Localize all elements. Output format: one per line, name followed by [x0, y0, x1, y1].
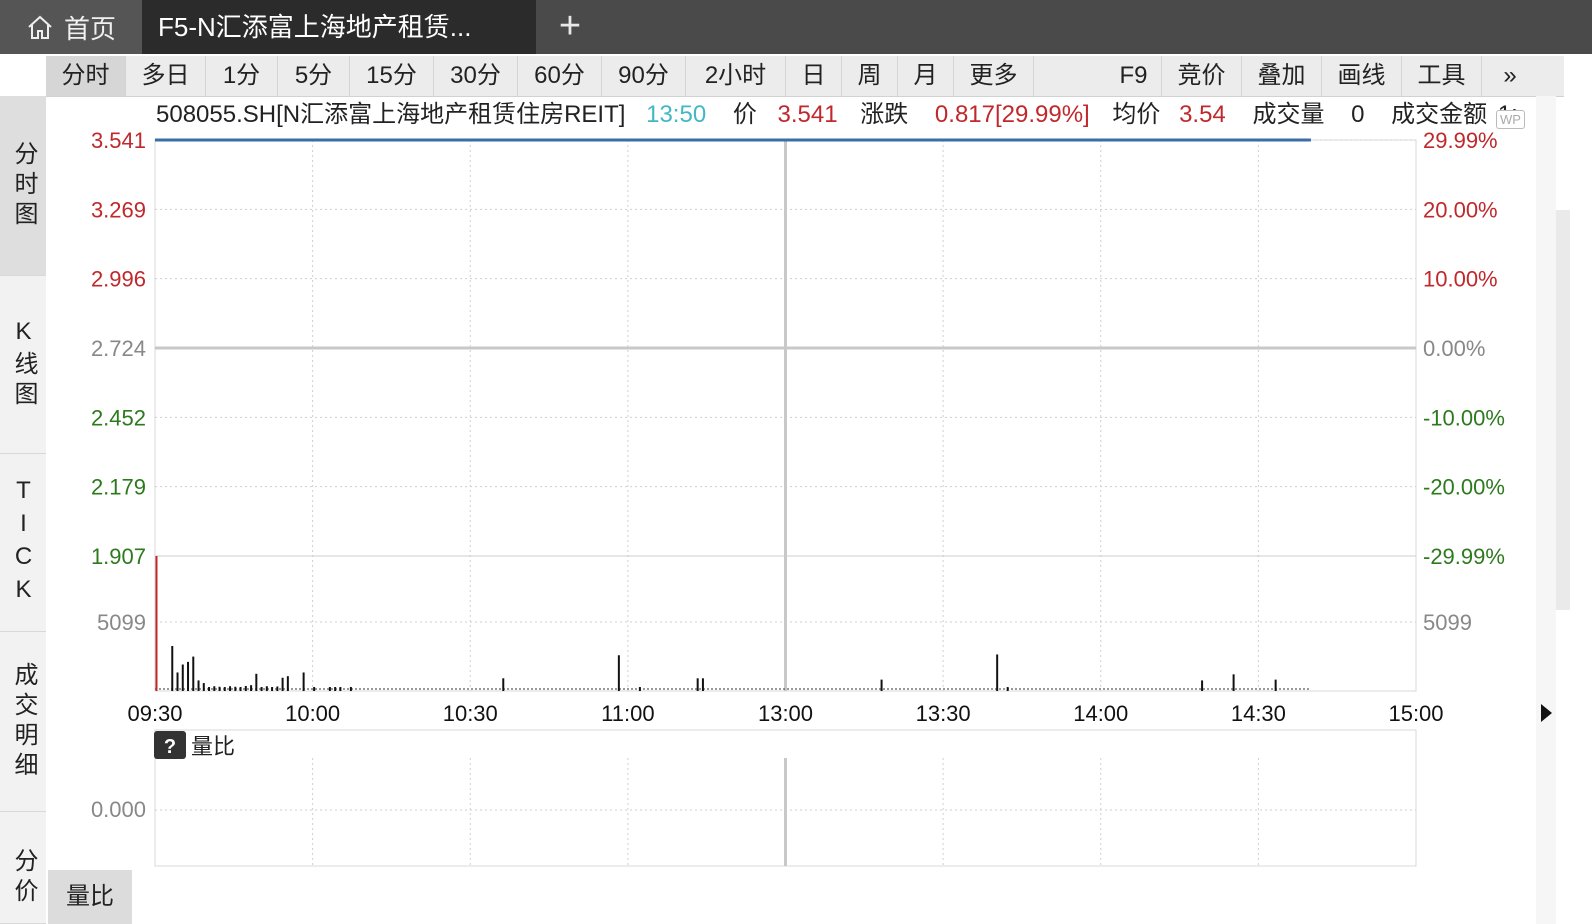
overlay-button[interactable]: 叠加 [1242, 56, 1322, 96]
price-tick-label: 2.996 [91, 267, 146, 292]
side-tab-label: 成交明细 [10, 661, 37, 782]
expand-right-arrow-icon[interactable] [1541, 704, 1552, 722]
period-button[interactable]: 周 [842, 56, 898, 96]
period-button[interactable]: 5分 [278, 56, 350, 96]
volume-tick-label-right: 5099 [1423, 610, 1472, 635]
pct-tick-label: -29.99% [1423, 544, 1505, 569]
side-tab-price-dist[interactable]: 分价 [0, 812, 46, 924]
pct-tick-label: -20.00% [1423, 475, 1505, 500]
price-tick-label: 1.907 [91, 544, 146, 569]
period-button[interactable]: 90分 [602, 56, 686, 96]
side-tab-kline[interactable]: K线图 [0, 276, 46, 454]
side-tab-trades[interactable]: 成交明细 [0, 632, 46, 812]
period-button[interactable]: 2小时 [686, 56, 786, 96]
add-tab-button[interactable]: + [550, 0, 590, 54]
side-tab-intraday[interactable]: 分时图 [0, 96, 46, 276]
tab-home-label: 首页 [63, 13, 116, 44]
volume-bars [155, 556, 1311, 691]
period-button[interactable]: 1分 [206, 56, 278, 96]
price-tick-label: 3.269 [91, 197, 146, 222]
price-tick-label: 2.452 [91, 405, 146, 430]
price-tick-label: 3.541 [91, 128, 146, 153]
tab-stock[interactable]: F5-N汇添富上海地产租赁... [142, 0, 536, 54]
period-button[interactable]: 15分 [350, 56, 434, 96]
tab-bar: 首页 F5-N汇添富上海地产租赁... + [0, 0, 1592, 54]
price-tick-label: 2.724 [91, 336, 146, 361]
pct-tick-label: 0.00% [1423, 336, 1485, 361]
expand-icon[interactable]: » [1482, 56, 1538, 96]
time-tick-label: 09:30 [127, 701, 182, 726]
time-tick-label: 10:30 [443, 701, 498, 726]
tab-home[interactable]: 首页 [0, 0, 142, 54]
auction-button[interactable]: 竞价 [1162, 56, 1242, 96]
volume-ratio-axis-label: 0.000 [91, 797, 146, 822]
side-tab-tick[interactable]: TICK [0, 454, 46, 632]
bottom-tab-volume-ratio[interactable]: 量比 [48, 870, 132, 924]
right-panel-strip [1536, 96, 1556, 924]
home-icon [28, 15, 52, 39]
right-scrollbar[interactable] [1556, 210, 1570, 610]
side-tab-label: K线图 [10, 318, 37, 411]
time-tick-label: 13:30 [916, 701, 971, 726]
period-toolbar: 分时 多日 1分 5分 15分 30分 60分 90分 2小时 日 周 月 更多… [46, 56, 1564, 97]
time-tick-label: 11:00 [601, 701, 654, 726]
period-button[interactable]: 多日 [126, 56, 206, 96]
time-tick-label: 14:30 [1231, 701, 1286, 726]
pct-tick-label: 20.00% [1423, 197, 1498, 222]
period-button[interactable]: 30分 [434, 56, 518, 96]
side-tab-label: 分价 [10, 848, 37, 908]
price-tick-label: 2.179 [91, 475, 146, 500]
help-icon[interactable]: ? [164, 736, 176, 758]
time-tick-label: 15:00 [1388, 701, 1443, 726]
more-button[interactable]: 更多 [954, 56, 1034, 96]
tools-button[interactable]: 工具 [1402, 56, 1482, 96]
time-tick-label: 10:00 [285, 701, 340, 726]
period-button[interactable]: 分时 [46, 56, 126, 96]
intraday-chart[interactable]: 3.541 29.99% 3.269 20.00% 2.996 10.00% 2.724 0.… [46, 96, 1536, 924]
watermark-logo: WP [1496, 110, 1525, 129]
side-tab-label: 分时图 [10, 140, 37, 231]
side-tab-label: TICK [10, 476, 37, 609]
draw-line-button[interactable]: 画线 [1322, 56, 1402, 96]
time-tick-label: 14:00 [1073, 701, 1128, 726]
volume-ratio-label: 量比 [191, 734, 235, 759]
chart-grid [154, 139, 1417, 867]
time-tick-label: 13:00 [758, 701, 813, 726]
pct-tick-label: -10.00% [1423, 405, 1505, 430]
period-button[interactable]: 月 [898, 56, 954, 96]
period-button[interactable]: 60分 [518, 56, 602, 96]
volume-tick-label: 5099 [97, 610, 146, 635]
period-button[interactable]: 日 [786, 56, 842, 96]
pct-tick-label: 29.99% [1423, 128, 1498, 153]
pct-tick-label: 10.00% [1423, 267, 1498, 292]
axis-labels: 3.541 29.99% 3.269 20.00% 2.996 10.00% 2.724 0.… [91, 128, 1505, 726]
side-nav: 分时图 K线图 TICK 成交明细 分价 [0, 96, 46, 924]
f9-button[interactable]: F9 [1106, 56, 1162, 96]
